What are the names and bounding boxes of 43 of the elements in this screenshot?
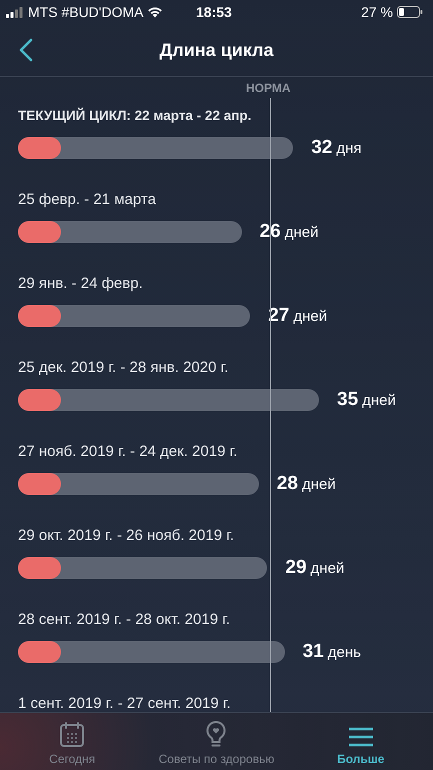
cycle-dates: 29 янв. - 24 февр. <box>18 274 144 294</box>
period-bar <box>18 221 61 243</box>
cycle-dates: 25 февр. - 21 марта <box>18 190 157 210</box>
back-icon[interactable] <box>19 38 33 62</box>
screen-title: Длина цикла <box>159 40 274 60</box>
battery-percent: 27 % <box>361 4 393 20</box>
tab-item[interactable]: Сегодня <box>0 713 144 770</box>
cycle-dates: 29 окт. 2019 г. - 26 нояб. 2019 г. <box>18 526 236 546</box>
tab-item[interactable]: Больше <box>288 713 433 770</box>
signal-icon <box>6 6 24 18</box>
cycle-dates: 1 сент. 2019 г. - 27 сент. 2019 г. <box>18 694 232 712</box>
days-unit: дней <box>310 560 344 577</box>
lightbulb-icon <box>205 720 228 748</box>
days-unit: дней <box>362 392 396 409</box>
cycle-days: 31 <box>302 641 324 663</box>
period-bar <box>18 137 61 159</box>
wifi-icon <box>147 6 164 18</box>
period-bar <box>18 557 61 579</box>
days-unit: дней <box>293 308 328 325</box>
days-unit: дня <box>336 140 362 157</box>
cycle-dates: ТЕКУЩИЙ ЦИКЛ: 22 марта - 22 апр. <box>18 106 252 125</box>
cycle-dates: 25 дек. 2019 г. - 28 янв. 2020 г. <box>18 358 230 378</box>
cycle-days: 29 <box>285 557 307 579</box>
cycle-dates: 27 нояб. 2019 г. - 24 дек. 2019 г. <box>18 442 238 462</box>
days-unit: дней <box>302 476 336 493</box>
calendar-icon <box>59 722 86 748</box>
norm-label: НОРМА <box>246 81 291 95</box>
battery-icon <box>397 6 423 18</box>
cycle-dates: 28 сент. 2019 г. - 28 окт. 2019 г. <box>18 610 232 630</box>
tab-item[interactable]: Советы по здоровью <box>144 713 289 770</box>
status-time: 18:53 <box>196 4 232 20</box>
period-bar <box>18 305 61 327</box>
period-bar <box>18 641 61 663</box>
cycle-days: 28 <box>276 473 298 495</box>
menu-icon <box>348 726 374 748</box>
period-bar <box>18 473 61 495</box>
days-unit: день <box>328 644 361 661</box>
period-bar <box>18 389 61 411</box>
cycle-days: 32 <box>311 137 332 159</box>
days-unit: дней <box>284 224 318 241</box>
cycle-days: 26 <box>260 221 281 243</box>
carrier-name: MTS #BUD'DOMA <box>28 4 144 20</box>
cycle-days: 35 <box>337 389 358 411</box>
